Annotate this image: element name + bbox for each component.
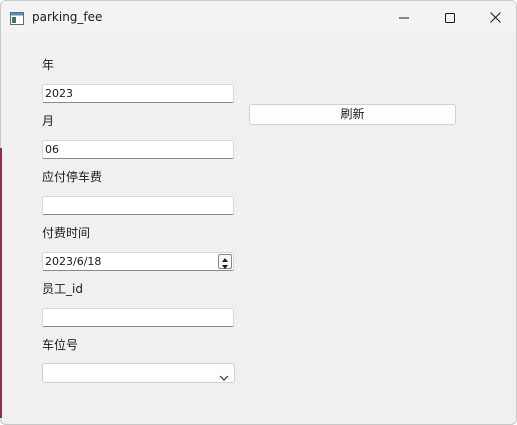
app-window-icon	[10, 10, 24, 25]
year-input[interactable]: 2023	[42, 84, 234, 103]
app-window: parking_fee 年 2023 月 06 应付停车费 付费时间 2023/…	[0, 0, 517, 425]
employee-id-input[interactable]	[42, 308, 234, 327]
employee-id-label-text: 员工_id	[42, 282, 83, 296]
title-bar[interactable]: parking_fee	[1, 1, 516, 33]
employee-id-label: 员工_id	[42, 282, 83, 296]
minimize-icon	[399, 8, 409, 27]
paytime-label: 付费时间	[42, 226, 91, 240]
chevron-down-icon	[222, 257, 228, 271]
spot-label: 车位号	[42, 338, 79, 352]
date-spinner[interactable]	[218, 254, 232, 269]
paytime-value: 2023/6/18	[45, 255, 102, 268]
close-icon	[489, 8, 501, 27]
minimize-button[interactable]	[381, 1, 427, 33]
fee-input[interactable]	[42, 196, 234, 215]
month-label: 月	[42, 114, 55, 128]
year-label: 年	[42, 58, 55, 72]
maximize-button[interactable]	[427, 1, 473, 33]
spin-down-button[interactable]	[219, 262, 231, 269]
close-button[interactable]	[472, 1, 516, 33]
spot-combobox[interactable]	[42, 363, 235, 383]
maximize-icon	[445, 8, 455, 27]
fee-label: 应付停车费	[42, 170, 103, 184]
background-window-edge	[0, 148, 2, 418]
chevron-down-icon	[218, 368, 230, 381]
refresh-button[interactable]: 刷新	[249, 104, 456, 125]
paytime-date-input[interactable]: 2023/6/18	[42, 252, 234, 271]
window-title: parking_fee	[32, 10, 103, 24]
month-input[interactable]: 06	[42, 140, 234, 159]
